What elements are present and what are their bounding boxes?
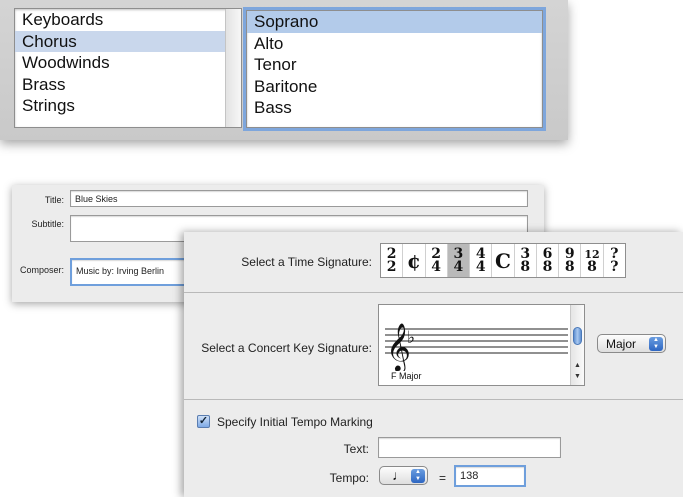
time-sig-option-?-?[interactable]: ??	[604, 244, 625, 277]
time-sig-bottom: 8	[564, 258, 575, 275]
beat-unit-select[interactable]: ♩ ▲ ▼	[379, 466, 428, 485]
instrument-family-list[interactable]: Keyboards Chorus Woodwinds Brass Strings	[14, 8, 242, 128]
time-sig-bottom: 2	[386, 258, 397, 275]
subtitle-label: Subtitle:	[31, 219, 64, 229]
flat-icon: ♭	[407, 328, 415, 348]
time-sig-option-6-8[interactable]: 68	[537, 244, 560, 277]
time-sig-option-cut[interactable]: ¢	[403, 244, 426, 277]
tempo-checkbox-label: Specify Initial Tempo Marking	[217, 415, 373, 429]
instrument-item-bass[interactable]: Bass	[247, 97, 542, 119]
scroll-up-arrow-icon[interactable]: ▲	[574, 362, 581, 369]
time-sig-bottom: 8	[542, 258, 553, 275]
time-sig-bottom: 4	[431, 258, 442, 275]
time-sig-option-4-4[interactable]: 44	[470, 244, 493, 277]
tempo-text-label: Text:	[343, 442, 369, 456]
key-signature-label: Select a Concert Key Signature:	[201, 341, 372, 355]
quarter-note-icon: ♩	[392, 467, 406, 483]
time-sig-bottom: 8	[520, 258, 531, 275]
composer-label: Composer:	[19, 265, 64, 275]
time-signature-picker[interactable]: 2 2 ¢ 2 4 3 4 4 4 C 3 8 6 8 9 8 12 8??	[380, 243, 626, 278]
time-sig-option-common[interactable]: C	[492, 244, 515, 277]
family-item-brass[interactable]: Brass	[15, 74, 241, 96]
checkmark-icon: ✓	[198, 415, 209, 427]
select-arrows-icon: ▲ ▼	[649, 337, 663, 351]
divider	[184, 292, 683, 293]
family-item-keyboards[interactable]: Keyboards	[15, 9, 241, 31]
equals-sign: =	[439, 471, 447, 485]
select-arrows-icon: ▲ ▼	[411, 469, 425, 483]
key-scroll-thumb[interactable]	[573, 327, 582, 345]
score-setup-panel: Select a Time Signature: 2 2 ¢ 2 4 3 4 4 4 C 3 8 6 8 9…	[184, 232, 683, 497]
family-list-scrollbar[interactable]	[225, 9, 241, 127]
time-signature-label: Select a Time Signature:	[241, 255, 372, 269]
key-mode-value: Major	[606, 337, 637, 351]
time-sig-bottom: 8	[587, 258, 597, 275]
instrument-item-baritone[interactable]: Baritone	[247, 76, 542, 98]
title-label: Title:	[44, 195, 64, 205]
instrument-item-soprano[interactable]: Soprano	[247, 11, 542, 33]
scroll-down-arrow-icon[interactable]: ▼	[574, 373, 581, 380]
key-name-label: F Major	[391, 371, 422, 381]
tempo-checkbox[interactable]: ✓	[197, 415, 210, 428]
time-sig-option-3-8[interactable]: 38	[515, 244, 537, 277]
tempo-text-field[interactable]	[378, 437, 561, 458]
time-sig-option-3-4[interactable]: 34	[447, 244, 471, 277]
composer-field[interactable]: Music by: Irving Berlin	[70, 258, 188, 286]
family-item-strings[interactable]: Strings	[15, 95, 241, 117]
instrument-picker-panel: Keyboards Chorus Woodwinds Brass Strings…	[0, 0, 568, 140]
time-sig-bottom: ?	[610, 258, 619, 275]
key-mode-select[interactable]: Major ▲ ▼	[597, 334, 666, 353]
staff-with-flat: 𝄞 ♭	[385, 322, 568, 371]
time-sig-symbol: C	[495, 248, 511, 273]
instrument-list[interactable]: Soprano Alto Tenor Baritone Bass	[246, 10, 543, 128]
divider	[184, 399, 683, 400]
instrument-item-tenor[interactable]: Tenor	[247, 54, 542, 76]
key-signature-picker[interactable]: 𝄞 ♭ F Major ▲ ▼	[378, 304, 585, 386]
time-sig-symbol: ¢	[406, 248, 421, 273]
family-item-woodwinds[interactable]: Woodwinds	[15, 52, 241, 74]
tempo-label: Tempo:	[329, 471, 369, 485]
title-field[interactable]: Blue Skies	[70, 190, 528, 207]
family-item-chorus[interactable]: Chorus	[15, 30, 241, 52]
time-sig-option-12-8[interactable]: 12 8	[581, 244, 604, 277]
time-sig-bottom: 4	[475, 258, 486, 275]
time-sig-option-2-4[interactable]: 24	[426, 244, 448, 277]
time-sig-option-9-8[interactable]: 98	[559, 244, 582, 277]
time-sig-bottom: 4	[453, 258, 464, 275]
instrument-item-alto[interactable]: Alto	[247, 33, 542, 55]
time-sig-option-2-2[interactable]: 22	[381, 244, 404, 277]
tempo-bpm-field[interactable]: 138	[454, 465, 526, 487]
key-scrollbar[interactable]: ▲ ▼	[570, 305, 584, 385]
